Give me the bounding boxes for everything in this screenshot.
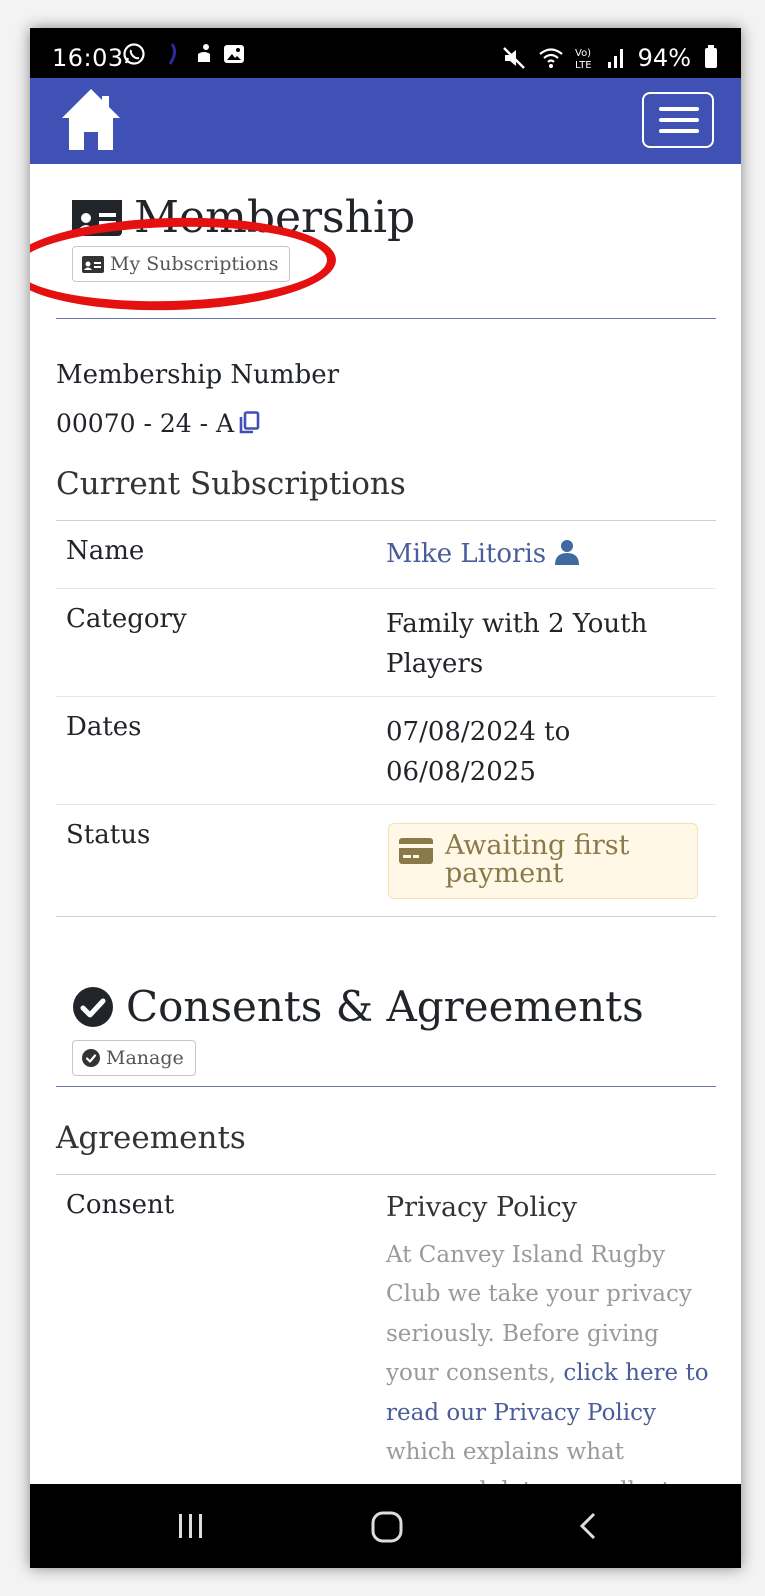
row-divider xyxy=(56,588,716,589)
membership-number: 00070 - 24 - A xyxy=(56,404,260,444)
row-value-name[interactable]: Mike Litoris xyxy=(386,534,580,574)
status-right-group: Vo) LTE 94% xyxy=(502,44,717,72)
current-subscriptions-title: Current Subscriptions xyxy=(56,466,406,502)
app-icon xyxy=(168,43,177,65)
check-circle-icon xyxy=(82,1049,100,1067)
signal-icon xyxy=(607,49,623,68)
gallery-icon xyxy=(224,45,244,63)
agreements-title: Agreements xyxy=(56,1120,246,1156)
divider xyxy=(56,916,716,917)
credit-card-icon xyxy=(399,838,433,864)
row-label-name: Name xyxy=(66,536,145,566)
battery-percent: 94% xyxy=(637,44,691,72)
home-icon[interactable] xyxy=(60,86,122,156)
svg-text:Vo): Vo) xyxy=(575,48,591,59)
status-time: 16:03 xyxy=(52,44,124,72)
row-label-status: Status xyxy=(66,820,151,850)
hamburger-line xyxy=(659,118,699,122)
manage-button[interactable]: Manage xyxy=(72,1040,196,1076)
divider xyxy=(56,520,716,521)
back-icon[interactable] xyxy=(576,1506,600,1546)
status-badge: Awaiting first payment xyxy=(388,823,698,899)
row-divider xyxy=(56,696,716,697)
row-label-dates: Dates xyxy=(66,712,142,742)
row-value-category: Family with 2 Youth Players xyxy=(386,609,648,679)
wifi-icon xyxy=(538,48,563,68)
recent-apps-icon[interactable] xyxy=(176,1506,206,1546)
consents-heading: Consents & Agreements xyxy=(72,982,644,1031)
notification-icon xyxy=(198,44,210,62)
row-label-category: Category xyxy=(66,604,187,634)
privacy-policy-text: At Canvey Island Rugby Club we take your… xyxy=(386,1236,716,1484)
hamburger-menu-button[interactable] xyxy=(642,92,714,148)
divider xyxy=(56,1174,716,1175)
battery-icon xyxy=(705,45,717,68)
manage-label: Manage xyxy=(106,1047,184,1069)
consents-title: Consents & Agreements xyxy=(126,982,644,1031)
volte-icon: Vo) LTE xyxy=(575,48,592,70)
home-nav-icon[interactable] xyxy=(370,1506,404,1546)
status-text: Awaiting first payment xyxy=(445,830,630,889)
mute-icon xyxy=(502,47,525,69)
member-name-link[interactable]: Mike Litoris xyxy=(386,539,546,569)
privacy-policy-title: Privacy Policy xyxy=(386,1192,577,1223)
check-circle-icon xyxy=(73,986,113,1027)
membership-number-value: 00070 - 24 - A xyxy=(56,409,235,438)
divider xyxy=(56,1086,716,1087)
whatsapp-icon xyxy=(123,43,145,65)
top-navbar xyxy=(30,78,741,164)
copy-icon[interactable] xyxy=(238,411,260,435)
privacy-text-part-2: which explains what personal data we col… xyxy=(386,1439,671,1484)
consent-label: Consent xyxy=(66,1190,175,1220)
svg-text:LTE: LTE xyxy=(575,60,592,70)
page-content: Membership My Subscriptions Membership N… xyxy=(30,164,741,1484)
row-value-dates: 07/08/2024 to 06/08/2025 xyxy=(386,717,571,787)
user-icon xyxy=(555,540,580,565)
hamburger-line xyxy=(659,107,699,111)
hamburger-line xyxy=(659,129,699,133)
android-navigation-bar xyxy=(30,1484,741,1568)
membership-number-label: Membership Number xyxy=(56,360,340,390)
divider xyxy=(56,318,716,319)
row-divider xyxy=(56,804,716,805)
phone-screen: 16:03 Vo) LTE 94% Membership My Subscrip… xyxy=(30,28,741,1568)
status-bar: 16:03 Vo) LTE 94% xyxy=(30,28,741,78)
